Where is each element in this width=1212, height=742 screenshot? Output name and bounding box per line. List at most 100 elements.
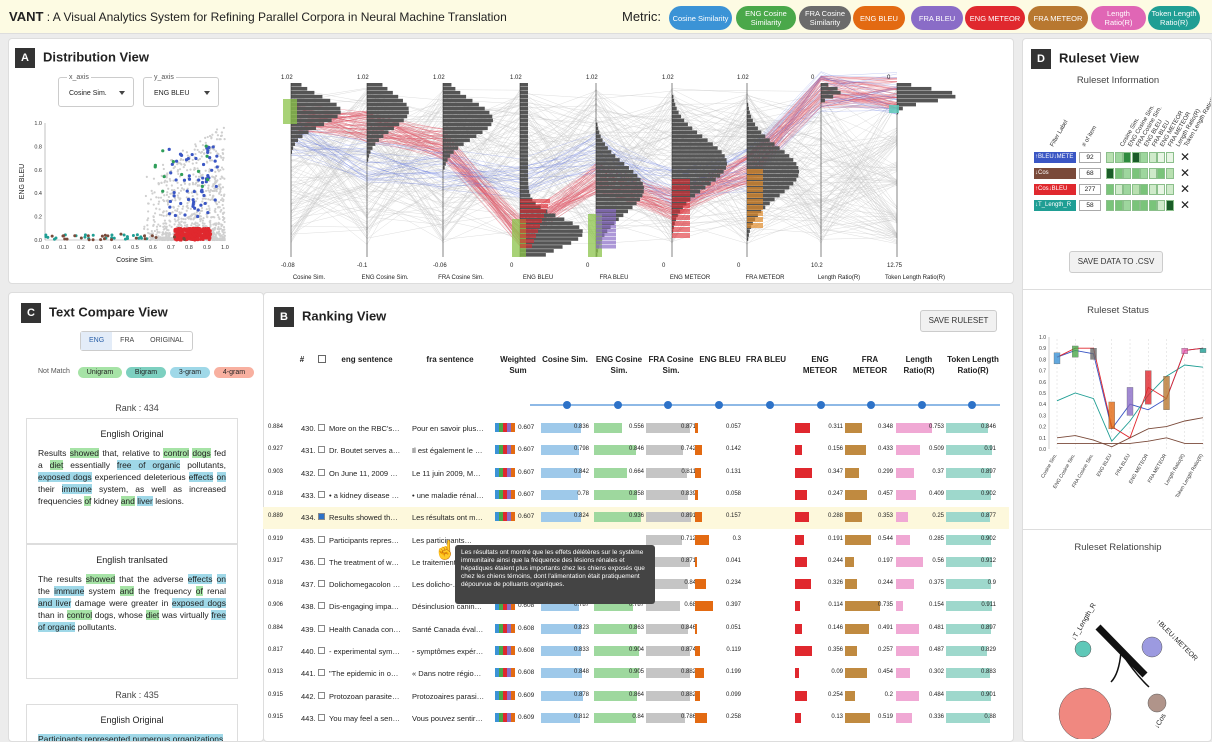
table-row[interactable]: 433. • a kidney disease … • une maladie ré… bbox=[263, 485, 1009, 507]
rule-filter-label[interactable]: ↓T_Length_R bbox=[1034, 200, 1076, 211]
close-icon[interactable]: ✕ bbox=[1180, 182, 1190, 196]
column-header[interactable]: fra sentence bbox=[420, 354, 480, 365]
metric-chip[interactable]: ENG Cosine Similarity bbox=[736, 6, 796, 30]
column-header[interactable]: ENG METEOR bbox=[795, 354, 845, 376]
column-header[interactable]: FRA METEOR bbox=[845, 354, 895, 376]
metric-chip[interactable]: Cosine Similarity bbox=[669, 6, 732, 30]
row-checkbox[interactable] bbox=[318, 557, 325, 565]
rule-filter-label[interactable]: ↑BLEU↓METE bbox=[1034, 152, 1076, 163]
scatter-point bbox=[214, 207, 217, 211]
parallel-coordinates-plot[interactable]: 1.02 -0.08 Cosine Sim. 1.02 -0.1 ENG Cosine S… bbox=[271, 69, 971, 281]
column-header[interactable]: eng sentence bbox=[332, 354, 402, 365]
table-row[interactable]: 439. Health Canada con… Santé Canada éval…… bbox=[263, 619, 1009, 641]
fra-sentence[interactable]: Les résultats ont m… bbox=[412, 513, 494, 522]
metric-chip[interactable]: ENG BLEU bbox=[853, 6, 905, 30]
tab-original[interactable]: ORIGINAL bbox=[142, 332, 191, 350]
table-row[interactable]: 432. On June 11, 2009 … Le 11 juin 2009, M… bbox=[263, 463, 1009, 485]
metric-chip[interactable]: Length Ratio(R) bbox=[1091, 6, 1146, 30]
column-header[interactable]: Cosine Sim. bbox=[541, 354, 589, 365]
metric-chip[interactable]: FRA BLEU bbox=[911, 6, 963, 30]
close-icon[interactable]: ✕ bbox=[1180, 166, 1190, 180]
collapse-icon[interactable] bbox=[318, 355, 326, 363]
fra-sentence[interactable]: Vous pouvez sentir… bbox=[412, 714, 494, 723]
fra-sentence[interactable]: Pour en savoir plus… bbox=[412, 424, 494, 433]
rule-filter-label[interactable]: ↓Cos bbox=[1034, 168, 1076, 179]
fra-sentence[interactable]: Le 11 juin 2009, M… bbox=[412, 469, 494, 478]
eng-sentence[interactable]: You may feel a sen… bbox=[329, 714, 409, 723]
table-row[interactable]: 434. Results showed th… Les résultats ont … bbox=[263, 507, 1009, 530]
x-axis-select[interactable]: x_axis Cosine Sim. bbox=[58, 74, 134, 107]
save-csv-button[interactable]: SAVE DATA TO .CSV bbox=[1069, 251, 1163, 273]
scatter-point bbox=[205, 178, 210, 182]
table-row[interactable]: 441. "The epidemic in o… « Dans notre régi… bbox=[263, 663, 1009, 685]
metric-value: 0.146 bbox=[827, 624, 843, 631]
close-icon[interactable]: ✕ bbox=[1180, 198, 1190, 212]
tab-fra[interactable]: FRA bbox=[112, 332, 142, 350]
tab-eng[interactable]: ENG bbox=[81, 332, 113, 350]
eng-sentence[interactable]: Health Canada con… bbox=[329, 625, 409, 634]
row-checkbox[interactable] bbox=[318, 669, 325, 677]
scatter-plot[interactable]: 0.0 0.1 0.2 0.3 0.4 0.5 0.6 0.7 0.8 0.9 1.0 0.0 0.2 0… bbox=[15, 117, 245, 277]
scatter-point bbox=[178, 227, 182, 231]
row-checkbox[interactable] bbox=[318, 647, 325, 654]
fra-sentence[interactable]: « Dans notre régio… bbox=[412, 669, 494, 678]
y-axis-select[interactable]: y_axis ENG BLEU bbox=[143, 74, 219, 107]
column-header[interactable]: Length Ratio(R) bbox=[896, 354, 942, 376]
eng-sentence[interactable]: Dolichomegacolon … bbox=[329, 580, 409, 589]
metric-bar bbox=[695, 512, 703, 523]
weight-sliders[interactable] bbox=[530, 398, 1005, 412]
fra-sentence[interactable]: - symptômes expér… bbox=[412, 647, 494, 656]
metric-chip[interactable]: FRA METEOR bbox=[1028, 6, 1088, 30]
fra-sentence[interactable]: Il est également le … bbox=[412, 446, 494, 455]
eng-sentence[interactable]: "The epidemic in o… bbox=[329, 669, 409, 678]
table-row[interactable]: 431. Dr. Boutet serves a… Il est également… bbox=[263, 440, 1009, 462]
row-checkbox[interactable] bbox=[318, 691, 325, 699]
metric-chip[interactable]: ENG METEOR bbox=[965, 6, 1025, 30]
fra-sentence[interactable]: Santé Canada éval… bbox=[412, 625, 494, 634]
column-header[interactable]: ENG BLEU bbox=[695, 354, 745, 365]
close-icon[interactable]: ✕ bbox=[1180, 150, 1190, 164]
row-checkbox[interactable] bbox=[318, 490, 325, 498]
eng-sentence[interactable]: - experimental sym… bbox=[329, 647, 409, 656]
row-checkbox[interactable] bbox=[318, 468, 325, 476]
metric-chip[interactable]: Token Length Ratio(R) bbox=[1148, 6, 1200, 30]
row-checkbox[interactable] bbox=[318, 713, 325, 721]
metric-chip[interactable]: FRA Cosine Similarity bbox=[799, 6, 851, 30]
column-header[interactable]: FRA BLEU bbox=[742, 354, 790, 365]
row-checkbox[interactable] bbox=[318, 535, 325, 543]
row-checkbox[interactable] bbox=[318, 424, 325, 431]
eng-sentence[interactable]: Protozoan parasite… bbox=[329, 692, 409, 701]
eng-sentence[interactable]: Results showed th… bbox=[329, 513, 409, 522]
table-row[interactable]: 443. You may feel a sen… Vous pouvez senti… bbox=[263, 708, 1009, 730]
ruleset-relationship-graph[interactable]: ↓T_Length_R↑BLEU↓METEOR↑Cos↓BLEU↓Cos bbox=[1023, 559, 1212, 739]
column-header[interactable]: # bbox=[292, 354, 312, 365]
scatter-point bbox=[191, 183, 195, 186]
language-toggle[interactable]: ENG FRA ORIGINAL bbox=[80, 331, 193, 351]
row-checkbox[interactable] bbox=[318, 602, 325, 610]
eng-sentence[interactable]: The treatment of w… bbox=[329, 558, 409, 567]
eng-sentence[interactable]: Participants repres… bbox=[329, 536, 409, 545]
row-checkbox[interactable] bbox=[318, 580, 325, 588]
row-checkbox[interactable] bbox=[318, 513, 325, 521]
row-checkbox[interactable] bbox=[318, 624, 325, 632]
eng-sentence[interactable]: • a kidney disease … bbox=[329, 491, 409, 500]
column-header[interactable]: Weighted Sum bbox=[495, 354, 541, 376]
column-header[interactable]: FRA Cosine Sim. bbox=[646, 354, 696, 376]
eng-sentence[interactable]: Dr. Boutet serves a… bbox=[329, 446, 409, 455]
eng-sentence[interactable]: Dis-engaging impa… bbox=[329, 602, 409, 611]
save-ruleset-button[interactable]: SAVE RULESET bbox=[920, 310, 997, 332]
rule-filter-label[interactable]: ↑Cos↓BLEU bbox=[1034, 184, 1076, 195]
table-row[interactable]: 442. Protozoan parasite… Protozoaires para… bbox=[263, 686, 1009, 708]
eng-sentence[interactable]: On June 11, 2009 … bbox=[329, 469, 409, 478]
histogram-bar bbox=[291, 134, 303, 139]
eng-sentence[interactable]: More on the RBC's… bbox=[329, 424, 409, 433]
table-row[interactable]: 430. More on the RBC's… Pour en savoir plu… bbox=[263, 418, 1009, 440]
row-checkbox[interactable] bbox=[318, 446, 325, 454]
ruleset-status-chart[interactable]: 0.0 0.1 0.2 0.3 0.4 0.5 0.6 0.7 0.8 0.9 1.0 Cosine … bbox=[1023, 329, 1212, 519]
scatter-point bbox=[205, 154, 209, 158]
fra-sentence[interactable]: Protozoaires parasi… bbox=[412, 692, 494, 701]
fra-sentence[interactable]: • une maladie rénal… bbox=[412, 491, 494, 500]
column-header[interactable]: ENG Cosine Sim. bbox=[594, 354, 644, 376]
column-header[interactable]: Token Length Ratio(R) bbox=[946, 354, 1000, 376]
table-row[interactable]: 440. - experimental sym… - symptômes expér… bbox=[263, 641, 1009, 663]
